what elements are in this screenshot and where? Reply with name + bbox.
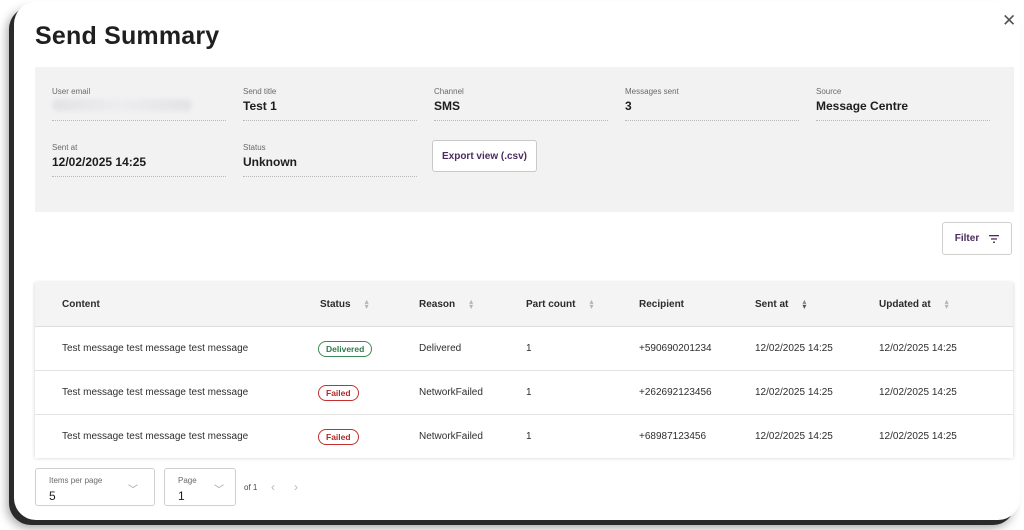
cell-reason: Delivered [419, 343, 462, 354]
status-label: Status [243, 143, 266, 152]
send-title-label: Send title [243, 87, 277, 96]
column-label: Part count [526, 298, 576, 310]
items-per-page-select[interactable]: Items per page 5 ﹀ [35, 468, 155, 506]
sort-desc-icon[interactable]: ▴ ▾ [802, 298, 806, 311]
cell-reason: NetworkFailed [419, 431, 483, 442]
close-icon[interactable]: ✕ [1002, 12, 1016, 29]
page-value: 1 [178, 489, 185, 503]
cell-recipient: +590690201234 [639, 343, 712, 354]
messages-sent-label: Messages sent [625, 87, 679, 96]
page-label: Page [178, 476, 197, 485]
cell-updated-at: 12/02/2025 14:25 [879, 343, 957, 354]
messages-sent-value: 3 [625, 99, 632, 113]
sent-at-label: Sent at [52, 143, 78, 152]
column-header-updated-at[interactable]: Updated at ▴ ▾ [879, 282, 949, 326]
user-email-field: User email [52, 87, 226, 121]
cell-status: Failed [318, 415, 359, 458]
page-select[interactable]: Page 1 ﹀ [164, 468, 236, 506]
page-count-text: of 1 [244, 483, 258, 492]
source-value: Message Centre [816, 99, 909, 113]
status-badge: Delivered [318, 340, 373, 357]
cell-recipient: +68987123456 [639, 431, 707, 442]
status-badge: Failed [318, 428, 359, 445]
column-header-sent-at[interactable]: Sent at ▴ ▾ [755, 282, 806, 326]
send-summary-dialog: ✕ Send Summary User email Send title Tes… [14, 2, 1020, 520]
cell-content: Test message test message test message [62, 343, 249, 354]
send-title-value: Test 1 [243, 99, 277, 113]
channel-label: Channel [434, 87, 464, 96]
cell-reason: NetworkFailed [419, 387, 483, 398]
table-row[interactable]: Test message test message test message F… [35, 371, 1013, 415]
chevron-down-icon: ﹀ [214, 485, 224, 496]
source-label: Source [816, 87, 842, 96]
sort-icon[interactable]: ▴ ▾ [365, 298, 369, 311]
cell-updated-at: 12/02/2025 14:25 [879, 431, 957, 442]
sent-at-value: 12/02/2025 14:25 [52, 155, 147, 169]
sort-icon[interactable]: ▴ ▾ [589, 298, 593, 311]
messages-sent-field: Messages sent 3 [625, 87, 799, 121]
filter-button[interactable]: Filter [942, 222, 1012, 255]
cell-sent-at: 12/02/2025 14:25 [755, 387, 833, 398]
source-field: Source Message Centre [816, 87, 990, 121]
column-label: Status [320, 298, 351, 310]
items-per-page-label: Items per page [49, 476, 103, 485]
user-email-value-redacted [52, 99, 192, 111]
cell-content: Test message test message test message [62, 431, 249, 442]
column-header-content: Content [62, 282, 100, 326]
page-title: Send Summary [35, 22, 220, 50]
messages-table: Content Status ▴ ▾ Reason ▴ ▾ Part count ▴… [35, 282, 1013, 458]
column-header-status[interactable]: Status ▴ ▾ [320, 282, 369, 326]
cell-sent-at: 12/02/2025 14:25 [755, 343, 833, 354]
cell-updated-at: 12/02/2025 14:25 [879, 387, 957, 398]
cell-recipient: +262692123456 [639, 387, 712, 398]
channel-field: Channel SMS [434, 87, 608, 121]
summary-panel: User email Send title Test 1 Channel SMS… [35, 67, 1014, 212]
send-title-field: Send title Test 1 [243, 87, 417, 121]
table-header: Content Status ▴ ▾ Reason ▴ ▾ Part count ▴… [35, 282, 1013, 327]
cell-part-count: 1 [526, 387, 532, 398]
table-row[interactable]: Test message test message test message D… [35, 327, 1013, 371]
column-label: Sent at [755, 298, 789, 310]
column-label: Reason [419, 298, 456, 310]
column-label: Content [62, 298, 100, 310]
filter-icon [989, 234, 1000, 243]
status-badge: Failed [318, 384, 359, 401]
cell-part-count: 1 [526, 343, 532, 354]
column-header-reason[interactable]: Reason ▴ ▾ [419, 282, 473, 326]
sort-icon[interactable]: ▴ ▾ [945, 298, 949, 311]
user-email-label: User email [52, 87, 91, 96]
cell-status: Delivered [318, 327, 373, 370]
items-per-page-value: 5 [49, 489, 56, 503]
cell-part-count: 1 [526, 431, 532, 442]
cell-sent-at: 12/02/2025 14:25 [755, 431, 833, 442]
column-header-recipient: Recipient [639, 282, 684, 326]
cell-status: Failed [318, 371, 359, 414]
channel-value: SMS [434, 99, 461, 113]
table-row[interactable]: Test message test message test message F… [35, 415, 1013, 458]
sent-at-field: Sent at 12/02/2025 14:25 [52, 143, 226, 177]
column-header-part-count[interactable]: Part count ▴ ▾ [526, 282, 593, 326]
chevron-down-icon: ﹀ [128, 485, 138, 496]
next-page-icon[interactable]: › [294, 480, 298, 494]
filter-label: Filter [954, 233, 980, 244]
cell-content: Test message test message test message [62, 387, 249, 398]
status-field: Status Unknown [243, 143, 417, 177]
status-value: Unknown [243, 155, 297, 169]
sort-icon[interactable]: ▴ ▾ [469, 298, 473, 311]
previous-page-icon[interactable]: ‹ [271, 480, 275, 494]
export-csv-button[interactable]: Export view (.csv) [432, 140, 537, 172]
column-label: Recipient [639, 298, 685, 310]
column-label: Updated at [879, 298, 931, 310]
